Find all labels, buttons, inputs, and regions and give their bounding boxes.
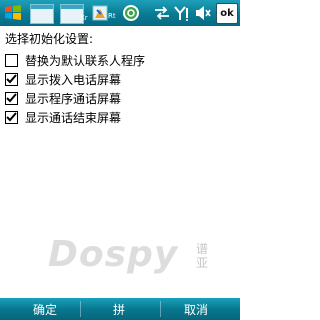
option-show-call-end-screen[interactable]: 显示通话结束屏幕 [5,108,121,126]
ok-button[interactable]: ok [216,3,238,24]
option-label: 显示程序通话屏幕 [25,91,122,106]
sync-icon[interactable] [122,4,140,22]
softkey-divider [80,301,81,317]
watermark-cn: 谱亚 [196,242,209,270]
signal-icon[interactable] [173,4,191,22]
confirm-softkey[interactable]: 确定 [33,301,57,318]
status-bar: Xr Rt ok [0,0,240,26]
option-label: 替换为默认联系人程序 [25,53,146,68]
input-method-button[interactable]: 拼 [113,301,125,318]
option-show-app-call-screen[interactable]: 显示程序通话屏幕 [5,89,121,107]
task-thumbnail-icon[interactable] [30,4,54,24]
checkbox-checked[interactable] [5,110,18,124]
volume-icon[interactable] [194,4,212,22]
checkmark-icon [6,73,17,83]
checkmark-icon [6,111,17,121]
option-show-incoming-call-screen[interactable]: 显示拨入电话屏幕 [5,70,121,88]
option-label: 显示通话结束屏幕 [25,110,122,125]
watermark-logo: Dospy [48,234,179,275]
softkey-bar: 确定 拼 取消 [0,298,240,320]
option-label: 显示拨入电话屏幕 [25,72,122,87]
checkmark-icon [6,92,17,102]
app-badge: Rt [108,12,116,20]
option-replace-default-contacts[interactable]: 替换为默认联系人程序 [5,51,145,69]
thumbnail-badge: Xr [80,14,88,22]
windows-start-icon[interactable] [3,3,23,23]
softkey-divider [160,301,161,317]
checkbox-checked[interactable] [5,91,18,105]
connectivity-icon[interactable] [153,4,171,22]
checkbox-checked[interactable] [5,72,18,86]
cancel-softkey[interactable]: 取消 [184,301,208,318]
page-heading: 选择初始化设置: [5,32,94,46]
checkbox-unchecked[interactable] [5,53,18,67]
